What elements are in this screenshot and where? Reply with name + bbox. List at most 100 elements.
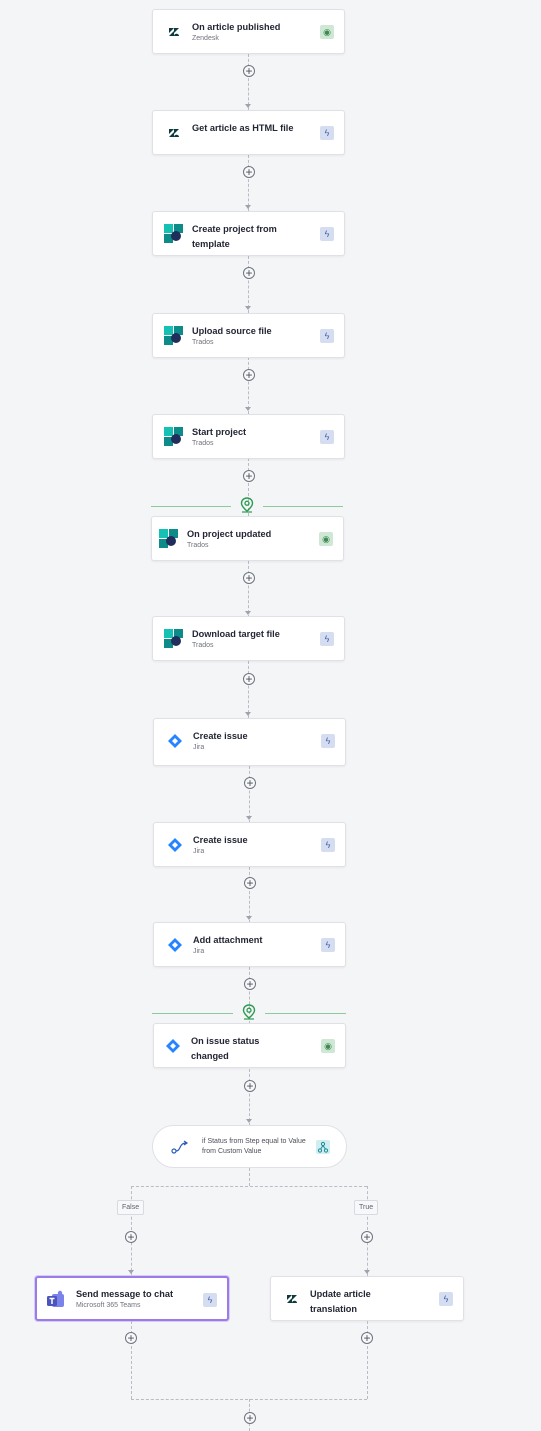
connector <box>248 54 249 110</box>
step-app-name: Zendesk <box>192 35 219 42</box>
step-title: Create project from template <box>192 224 277 249</box>
add-step-button[interactable]: + <box>243 470 255 482</box>
connector <box>248 357 249 414</box>
checkpoint-line <box>152 1013 233 1014</box>
connector <box>248 155 249 211</box>
arrow-down-icon <box>245 104 251 108</box>
step-title: On issue status changed <box>191 1036 260 1061</box>
zendesk-logo-icon <box>287 1295 297 1303</box>
add-step-button[interactable]: + <box>244 1080 256 1092</box>
lightning-icon: ϟ <box>320 632 334 646</box>
branch-icon <box>316 1140 330 1154</box>
step-card-action[interactable]: Create issue Jira ϟ <box>153 718 346 766</box>
teams-logo-icon <box>47 1290 64 1307</box>
step-card-action[interactable]: Update article translation ϟ <box>270 1276 464 1321</box>
map-pin-icon[interactable] <box>242 1004 256 1020</box>
lightning-icon: ϟ <box>321 734 335 748</box>
step-card-action[interactable]: Download target file Trados ϟ <box>152 616 345 661</box>
step-card-trigger[interactable]: On issue status changed ◉ <box>153 1023 346 1068</box>
zendesk-logo-icon <box>169 129 179 137</box>
trados-logo-icon <box>164 224 183 243</box>
lightning-icon: ϟ <box>320 126 334 140</box>
arrow-down-icon <box>364 1270 370 1274</box>
lightning-icon: ϟ <box>321 938 335 952</box>
add-step-button[interactable]: + <box>243 572 255 584</box>
step-card-action[interactable]: Create project from template ϟ <box>152 211 345 256</box>
step-title: Send message to chat <box>76 1289 174 1299</box>
step-title: Download target file <box>192 629 280 639</box>
step-app-name: Microsoft 365 Teams <box>76 1302 141 1309</box>
add-step-button[interactable]: + <box>243 65 255 77</box>
step-card-action[interactable]: Get article as HTML file ϟ <box>152 110 345 155</box>
step-card-trigger[interactable]: On project updated Trados ◉ <box>151 516 344 561</box>
add-step-button[interactable]: + <box>244 1412 256 1424</box>
step-title: Update article translation <box>310 1289 371 1314</box>
step-app-name: Trados <box>192 642 214 649</box>
add-step-button[interactable]: + <box>361 1332 373 1344</box>
arrow-down-icon <box>246 1119 252 1123</box>
connector <box>248 256 249 313</box>
add-step-button[interactable]: + <box>125 1231 137 1243</box>
step-app-name: Jira <box>193 948 205 955</box>
arrow-down-icon <box>245 407 251 411</box>
add-step-button[interactable]: + <box>244 877 256 889</box>
trados-logo-icon <box>164 326 183 345</box>
jira-logo-icon <box>168 938 182 952</box>
step-card-action[interactable]: Upload source file Trados ϟ <box>152 313 345 358</box>
step-app-name: Trados <box>192 440 214 447</box>
step-title: Get article as HTML file <box>192 123 294 133</box>
connector <box>249 1069 250 1126</box>
add-step-button[interactable]: + <box>243 673 255 685</box>
arrow-down-icon <box>245 205 251 209</box>
step-card-action-selected[interactable]: Send message to chat Microsoft 365 Teams… <box>35 1276 229 1321</box>
arrow-down-icon <box>246 916 252 920</box>
map-pin-icon[interactable] <box>240 497 254 513</box>
lightning-icon: ϟ <box>320 227 334 241</box>
step-card-action[interactable]: Add attachment Jira ϟ <box>153 922 346 967</box>
checkpoint-line <box>265 1013 346 1014</box>
branch-connector <box>131 1186 367 1187</box>
step-card-action[interactable]: Start project Trados ϟ <box>152 414 345 459</box>
rss-icon: ◉ <box>321 1039 335 1053</box>
condition-node[interactable]: if Status from Step equal to Value from … <box>152 1125 347 1168</box>
jira-logo-icon <box>168 734 182 748</box>
step-title: Create issue <box>193 835 248 845</box>
arrow-down-icon <box>246 816 252 820</box>
step-app-name: Trados <box>187 542 209 549</box>
add-step-button[interactable]: + <box>244 777 256 789</box>
route-icon <box>171 1140 189 1154</box>
branch-label-false: False <box>117 1200 145 1215</box>
jira-logo-icon <box>166 1039 180 1053</box>
step-title: On project updated <box>187 529 272 539</box>
step-app-name: Jira <box>193 848 205 855</box>
add-step-button[interactable]: + <box>244 978 256 990</box>
add-step-button[interactable]: + <box>243 166 255 178</box>
connector <box>249 766 250 823</box>
workflow-canvas[interactable]: + + + + + + + + + + + On article publish… <box>0 0 541 1431</box>
add-step-button[interactable]: + <box>125 1332 137 1344</box>
trados-logo-icon <box>159 529 178 548</box>
trados-logo-icon <box>164 629 183 648</box>
step-app-name: Jira <box>193 744 205 751</box>
step-title: Upload source file <box>192 326 272 336</box>
connector <box>248 561 249 618</box>
arrow-down-icon <box>245 611 251 615</box>
step-card-action[interactable]: Create issue Jira ϟ <box>153 822 346 867</box>
zendesk-logo-icon <box>169 28 179 36</box>
rss-icon: ◉ <box>319 532 333 546</box>
step-app-name: Trados <box>192 339 214 346</box>
lightning-icon: ϟ <box>320 329 334 343</box>
add-step-button[interactable]: + <box>243 369 255 381</box>
rss-icon: ◉ <box>320 25 334 39</box>
branch-label-true: True <box>354 1200 379 1215</box>
step-title: Add attachment <box>193 935 263 945</box>
arrow-down-icon <box>128 1270 134 1274</box>
lightning-icon: ϟ <box>320 430 334 444</box>
add-step-button[interactable]: + <box>243 267 255 279</box>
arrow-down-icon <box>245 306 251 310</box>
lightning-icon: ϟ <box>203 1293 217 1307</box>
add-step-button[interactable]: + <box>361 1231 373 1243</box>
step-card-trigger[interactable]: On article published Zendesk ◉ <box>152 9 345 54</box>
arrow-down-icon <box>245 712 251 716</box>
step-title: Start project <box>192 427 247 437</box>
